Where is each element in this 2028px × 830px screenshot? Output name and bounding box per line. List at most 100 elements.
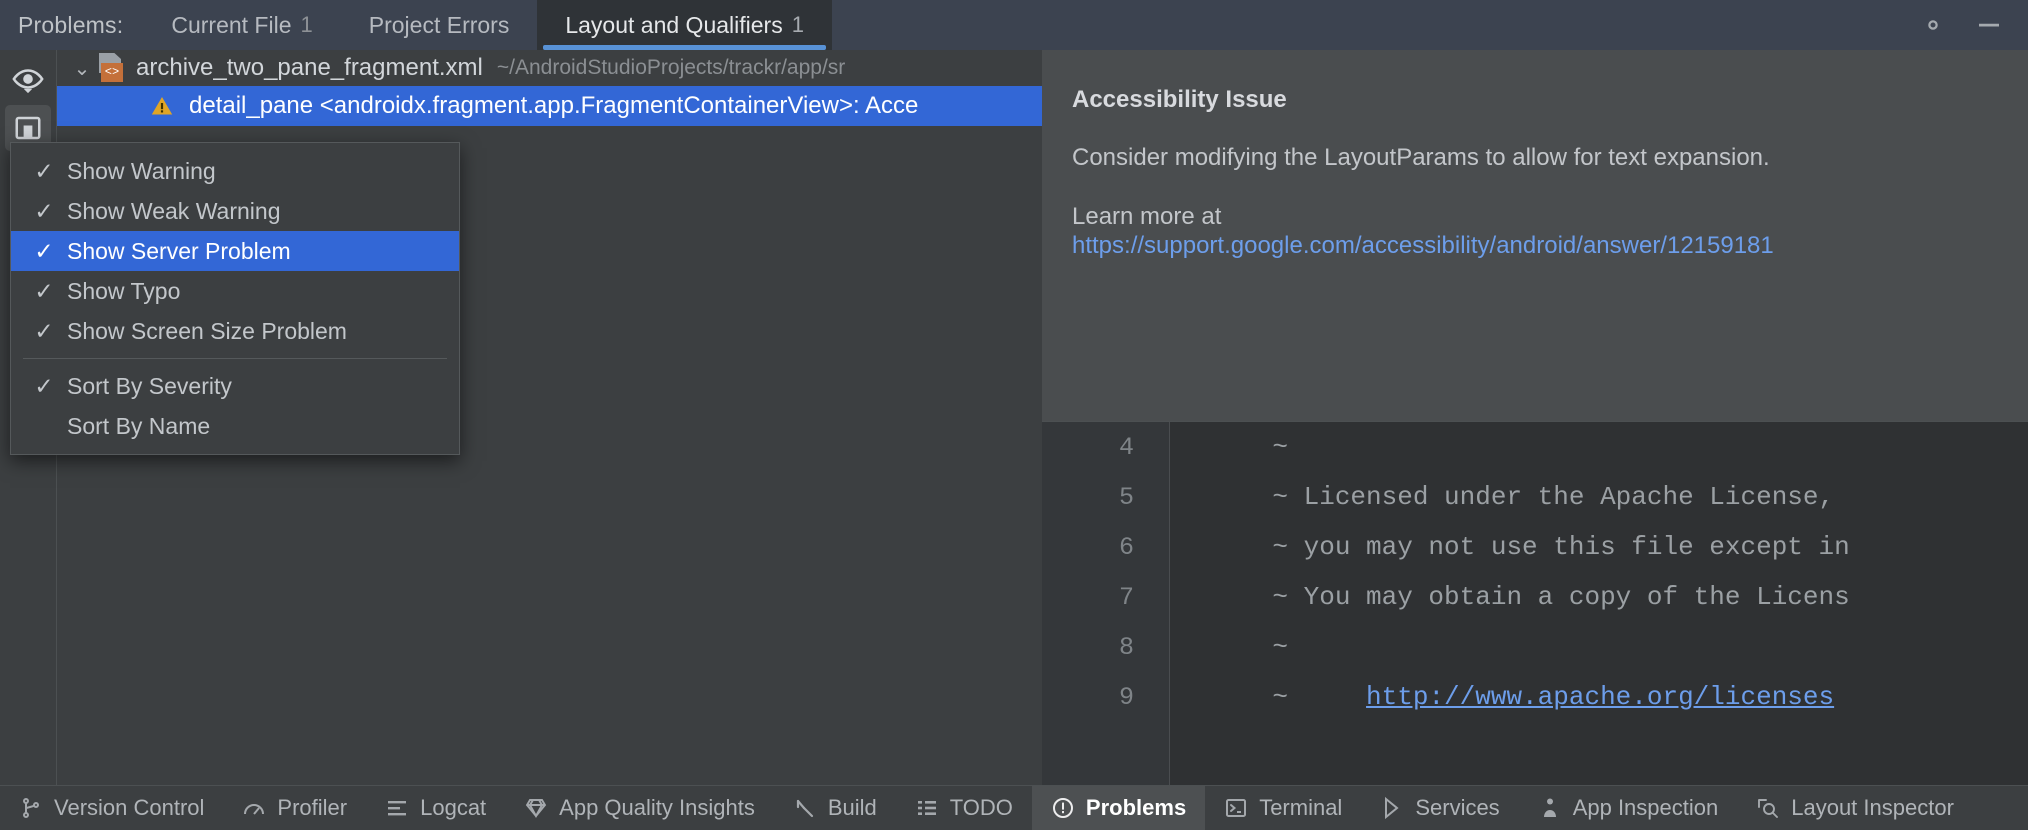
- status-item-label: Profiler: [277, 795, 347, 821]
- line-number: 6: [1042, 533, 1170, 562]
- line-number: 9: [1042, 683, 1170, 712]
- menu-item-show-screen-size-problem[interactable]: ✓ Show Screen Size Problem: [11, 311, 459, 351]
- status-item-label: Version Control: [54, 795, 204, 821]
- problems-tab-bar: Problems: Current File 1 Project Errors …: [0, 0, 2028, 50]
- line-number: 5: [1042, 483, 1170, 512]
- menu-item-show-weak-warning[interactable]: ✓ Show Weak Warning: [11, 191, 459, 231]
- status-item-label: App Quality Insights: [559, 795, 755, 821]
- status-item-app-inspection[interactable]: App Inspection: [1519, 786, 1738, 830]
- status-item-label: Services: [1415, 795, 1499, 821]
- tree-row-issue[interactable]: detail_pane <androidx.fragment.app.Fragm…: [57, 86, 1042, 126]
- status-item-todo[interactable]: TODO: [896, 786, 1032, 830]
- code-link[interactable]: http://www.apache.org/licenses: [1366, 682, 1834, 712]
- problems-label: Problems:: [0, 0, 143, 50]
- menu-item-sort-by-severity[interactable]: ✓ Sort By Severity: [11, 366, 459, 406]
- issue-detail-title: Accessibility Issue: [1072, 86, 1998, 114]
- minimize-icon[interactable]: [1974, 10, 2004, 40]
- problems-icon: [1051, 796, 1075, 820]
- issue-detail-link[interactable]: https://support.google.com/accessibility…: [1072, 232, 1774, 259]
- tabbar-spacer: [832, 0, 1918, 50]
- line-number: 4: [1042, 433, 1170, 462]
- line-text: ~ You may obtain a copy of the Licens: [1170, 582, 1850, 612]
- menu-item-show-warning[interactable]: ✓ Show Warning: [11, 151, 459, 191]
- settings-gear-icon[interactable]: [1918, 10, 1948, 40]
- status-item-label: Problems: [1086, 795, 1186, 821]
- tab-project-errors-label: Project Errors: [369, 12, 510, 39]
- status-item-terminal[interactable]: Terminal: [1205, 786, 1361, 830]
- chevron-down-icon[interactable]: ⌄: [67, 56, 97, 81]
- bottom-status-bar: Version Control Profiler Logcat: [0, 785, 2028, 830]
- menu-item-label: Show Screen Size Problem: [67, 318, 347, 345]
- tab-layout-and-qualifiers-label: Layout and Qualifiers: [565, 12, 782, 39]
- warning-triangle-icon: [149, 94, 175, 118]
- tabbar-actions: [1918, 0, 2028, 50]
- line-text: ~: [1170, 632, 1288, 662]
- status-item-services[interactable]: Services: [1361, 786, 1518, 830]
- line-text: ~: [1170, 432, 1288, 462]
- issue-detail-body: Consider modifying the LayoutParams to a…: [1072, 143, 1998, 173]
- tab-current-file-label: Current File: [171, 12, 291, 39]
- status-item-problems[interactable]: Problems: [1032, 786, 1205, 830]
- layout-inspector-icon: [1756, 796, 1780, 820]
- file-name: archive_two_pane_fragment.xml: [136, 54, 483, 82]
- check-icon: ✓: [21, 198, 67, 225]
- inspection-eye-icon[interactable]: [5, 56, 51, 102]
- branch-icon: [19, 796, 43, 820]
- menu-item-label: Sort By Name: [67, 413, 210, 440]
- code-line: 7 ~ You may obtain a copy of the Licens: [1042, 572, 2028, 622]
- logcat-icon: [385, 796, 409, 820]
- status-item-layout-inspector[interactable]: Layout Inspector: [1737, 786, 1973, 830]
- code-line: 4 ~: [1042, 422, 2028, 472]
- tab-current-file[interactable]: Current File 1: [143, 0, 340, 50]
- profiler-icon: [242, 796, 266, 820]
- menu-item-label: Show Typo: [67, 278, 180, 305]
- tab-layout-and-qualifiers[interactable]: Layout and Qualifiers 1: [537, 0, 832, 50]
- inspection-icon: [1538, 796, 1562, 820]
- diamond-icon: [524, 796, 548, 820]
- file-path: ~/AndroidStudioProjects/trackr/app/sr: [497, 56, 845, 80]
- tree-row-file[interactable]: ⌄ <> archive_two_pane_fragment.xml ~/And…: [57, 50, 1042, 86]
- status-item-logcat[interactable]: Logcat: [366, 786, 505, 830]
- line-number: 7: [1042, 583, 1170, 612]
- menu-item-sort-by-name[interactable]: Sort By Name: [11, 406, 459, 446]
- line-number: 8: [1042, 633, 1170, 662]
- menu-item-show-server-problem[interactable]: ✓ Show Server Problem: [11, 231, 459, 271]
- status-item-version-control[interactable]: Version Control: [0, 786, 223, 830]
- status-item-label: Layout Inspector: [1791, 795, 1954, 821]
- status-item-label: Logcat: [420, 795, 486, 821]
- status-item-label: Terminal: [1259, 795, 1342, 821]
- check-icon: ✓: [21, 373, 67, 400]
- code-line: 9 ~ http://www.apache.org/licenses: [1042, 672, 2028, 722]
- tab-current-file-count: 1: [301, 12, 313, 38]
- status-item-profiler[interactable]: Profiler: [223, 786, 366, 830]
- menu-item-label: Sort By Severity: [67, 373, 232, 400]
- menu-separator: [23, 358, 447, 359]
- xml-file-icon: <>: [97, 53, 125, 83]
- menu-item-show-typo[interactable]: ✓ Show Typo: [11, 271, 459, 311]
- services-icon: [1380, 796, 1404, 820]
- learn-more-label: Learn more at: [1072, 202, 1998, 232]
- check-icon: ✓: [21, 238, 67, 265]
- status-item-label: App Inspection: [1573, 795, 1719, 821]
- issue-text: detail_pane <androidx.fragment.app.Fragm…: [189, 92, 918, 120]
- code-preview[interactable]: 4 ~ 5 ~ Licensed under the Apache Licens…: [1042, 421, 2028, 785]
- issue-detail-panel: Accessibility Issue Consider modifying t…: [1042, 50, 2028, 421]
- status-item-label: Build: [828, 795, 877, 821]
- check-icon: ✓: [21, 278, 67, 305]
- tab-layout-and-qualifiers-count: 1: [792, 12, 804, 38]
- menu-item-label: Show Weak Warning: [67, 198, 280, 225]
- tab-project-errors[interactable]: Project Errors: [341, 0, 538, 50]
- line-text: ~ http://www.apache.org/licenses: [1170, 682, 1834, 712]
- filter-options-menu[interactable]: ✓ Show Warning ✓ Show Weak Warning ✓ Sho…: [10, 142, 460, 455]
- check-icon: ✓: [21, 158, 67, 185]
- status-item-app-quality-insights[interactable]: App Quality Insights: [505, 786, 774, 830]
- menu-item-label: Show Server Problem: [67, 238, 291, 265]
- android-studio-problems-window: Problems: Current File 1 Project Errors …: [0, 0, 2028, 830]
- list-icon: [915, 796, 939, 820]
- menu-item-label: Show Warning: [67, 158, 216, 185]
- check-icon: ✓: [21, 318, 67, 345]
- status-item-build[interactable]: Build: [774, 786, 896, 830]
- line-text: ~ you may not use this file except in: [1170, 532, 1850, 562]
- terminal-icon: [1224, 796, 1248, 820]
- code-line: 8 ~: [1042, 622, 2028, 672]
